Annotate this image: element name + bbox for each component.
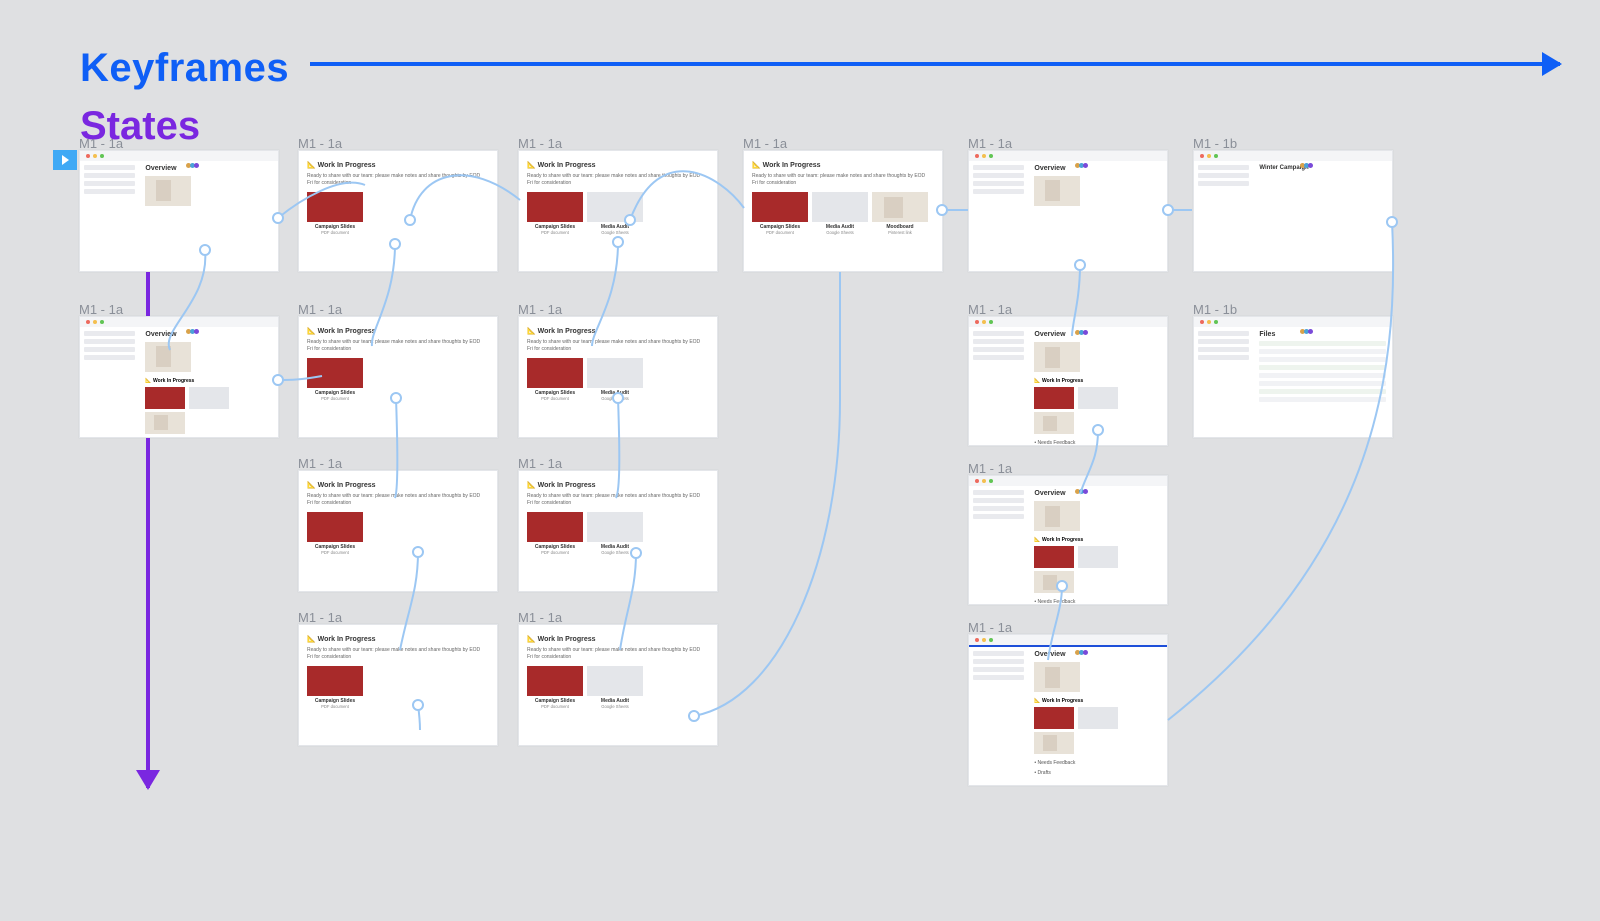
frame-label: M1 - 1a [79, 136, 123, 151]
frame-label: M1 - 1a [968, 620, 1012, 635]
prototype-play-button[interactable] [53, 150, 77, 170]
frame-label: M1 - 1b [1193, 302, 1237, 317]
prototype-frame[interactable]: 📐 Work In ProgressReady to share with ou… [518, 316, 718, 438]
frame-label: M1 - 1a [518, 136, 562, 151]
frame-label: M1 - 1a [968, 136, 1012, 151]
prototype-frame[interactable]: Overview [79, 150, 279, 272]
prototype-connections [0, 0, 1600, 921]
frame-label: M1 - 1b [1193, 136, 1237, 151]
prototype-frame[interactable]: 📐 Work In ProgressReady to share with ou… [298, 150, 498, 272]
keyframes-axis-arrow [310, 62, 1560, 66]
prototype-frame[interactable]: Winter Campaign [1193, 150, 1393, 272]
frame-label: M1 - 1a [79, 302, 123, 317]
keyframes-heading: Keyframes [80, 46, 289, 91]
frame-label: M1 - 1a [298, 136, 342, 151]
frame-label: M1 - 1a [518, 610, 562, 625]
frame-label: M1 - 1a [968, 461, 1012, 476]
prototype-frame[interactable]: Overview📐 Work In Progress• Needs Feedba… [968, 475, 1168, 605]
frame-label: M1 - 1a [518, 456, 562, 471]
prototype-frame[interactable]: Overview [968, 150, 1168, 272]
frame-label: M1 - 1a [968, 302, 1012, 317]
prototype-frame[interactable]: 📐 Work In ProgressReady to share with ou… [518, 624, 718, 746]
frame-label: M1 - 1a [298, 456, 342, 471]
play-icon [62, 155, 69, 165]
frame-label: M1 - 1a [298, 302, 342, 317]
frame-label: M1 - 1a [298, 610, 342, 625]
prototype-frame[interactable]: 📐 Work In ProgressReady to share with ou… [518, 470, 718, 592]
prototype-frame[interactable]: Overview📐 Work In Progress• Needs Feedba… [968, 634, 1168, 786]
prototype-frame[interactable]: Overview📐 Work In Progress• Needs Feedba… [968, 316, 1168, 446]
frame-label: M1 - 1a [518, 302, 562, 317]
diagram-canvas: Keyframes States M1 - 1a OverviewM1 - 1a… [0, 0, 1600, 921]
prototype-frame[interactable]: Files [1193, 316, 1393, 438]
prototype-frame[interactable]: 📐 Work In ProgressReady to share with ou… [518, 150, 718, 272]
prototype-frame[interactable]: 📐 Work In ProgressReady to share with ou… [743, 150, 943, 272]
frame-label: M1 - 1a [743, 136, 787, 151]
prototype-frame[interactable]: 📐 Work In ProgressReady to share with ou… [298, 470, 498, 592]
prototype-frame[interactable]: Overview📐 Work In Progress [79, 316, 279, 438]
prototype-frame[interactable]: 📐 Work In ProgressReady to share with ou… [298, 316, 498, 438]
prototype-frame[interactable]: 📐 Work In ProgressReady to share with ou… [298, 624, 498, 746]
